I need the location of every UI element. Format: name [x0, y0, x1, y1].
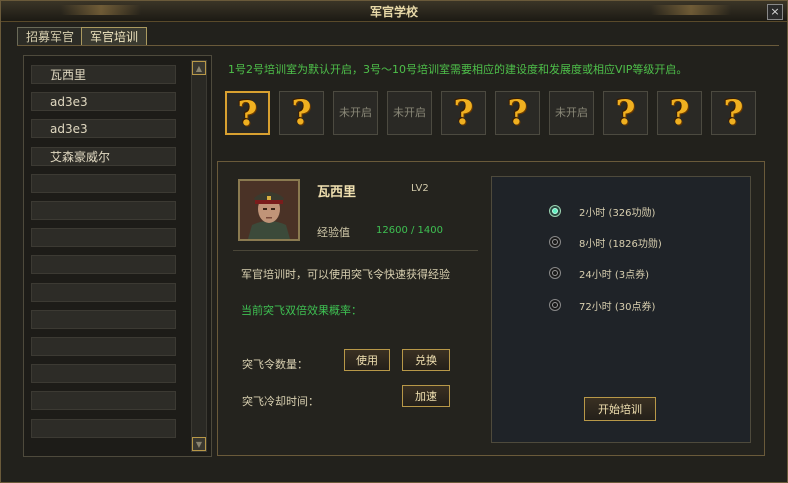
token-count-label: 突飞令数量：	[242, 358, 308, 371]
officer-portrait-image	[240, 181, 298, 239]
exp-label: 经验值	[317, 226, 350, 239]
close-icon[interactable]: ×	[767, 4, 783, 20]
scroll-up-icon[interactable]: ▲	[192, 61, 206, 75]
officer-list-item[interactable]	[31, 228, 176, 248]
info-divider	[233, 250, 478, 251]
duration-radio[interactable]	[549, 236, 561, 248]
use-button[interactable]: 使用	[344, 349, 390, 371]
officer-list-item[interactable]	[31, 337, 176, 356]
tab-recruit-officer[interactable]: 招募军官	[17, 27, 84, 46]
room-question-icon: ?	[669, 93, 690, 133]
duration-radio[interactable]	[549, 299, 561, 311]
training-room-slot[interactable]: ?	[495, 91, 540, 135]
room-locked-label: 未开启	[339, 106, 372, 119]
officer-list-item[interactable]	[31, 282, 176, 302]
radio-dot-icon	[552, 302, 558, 308]
title-bar[interactable]: 军官学校 ×	[1, 1, 787, 22]
duration-radio[interactable]	[549, 205, 561, 217]
duration-option-label: 24小时 (3点券)	[579, 270, 650, 281]
window-title: 军官学校	[369, 5, 418, 19]
training-room-slot[interactable]: ?	[279, 91, 324, 135]
officer-list-item[interactable]: 艾森豪威尔	[31, 146, 176, 166]
radio-dot-icon	[552, 239, 558, 245]
officer-list-item[interactable]	[31, 391, 176, 411]
officer-name: 瓦西里	[317, 185, 357, 200]
officer-list-panel: 瓦西里 ad3e3 ad3e3 艾森豪威尔 ▲ ▼	[23, 55, 212, 457]
speedup-button[interactable]: 加速	[402, 385, 450, 407]
room-question-icon: ?	[291, 93, 312, 133]
training-room-slot[interactable]: ?	[225, 91, 270, 135]
training-room-slot[interactable]: 未开启	[333, 91, 378, 135]
tab-officer-training[interactable]: 军官培训	[81, 27, 148, 46]
officer-list-item[interactable]: 瓦西里	[31, 65, 176, 84]
exchange-button[interactable]: 兑换	[402, 349, 450, 371]
officer-portrait	[238, 179, 300, 241]
duration-option-label: 8小时 (1826功勋)	[579, 239, 662, 250]
officer-list-item[interactable]	[31, 173, 176, 193]
double-rate-label: 当前突飞双倍效果概率：	[241, 304, 362, 317]
cooldown-label: 突飞冷却时间：	[242, 395, 319, 408]
officer-list-item[interactable]	[31, 309, 176, 329]
officer-level: LV2	[411, 183, 429, 194]
training-room-slot[interactable]: ?	[711, 91, 756, 135]
training-room-slot[interactable]: ?	[603, 91, 648, 135]
duration-radio[interactable]	[549, 267, 561, 279]
room-question-icon: ?	[237, 94, 258, 134]
training-description: 军官培训时，可以使用突飞令快速获得经验	[241, 268, 450, 281]
duration-option-label: 72小时 (30点券)	[579, 302, 656, 313]
exp-value: 12600 / 1400	[376, 225, 443, 236]
officer-list-item[interactable]	[31, 201, 176, 220]
training-room-slot[interactable]: 未开启	[387, 91, 432, 135]
list-scrollbar[interactable]: ▲ ▼	[191, 60, 207, 452]
training-room-notice: 1号2号培训室为默认开启，3号～10号培训室需要相应的建设度和发展度或相应VIP…	[228, 63, 688, 76]
room-question-icon: ?	[507, 93, 528, 133]
radio-dot-icon	[552, 208, 558, 214]
training-room-slot[interactable]: ?	[441, 91, 486, 135]
officer-list-item[interactable]: ad3e3	[31, 119, 176, 139]
room-question-icon: ?	[453, 93, 474, 133]
officer-list-item[interactable]	[31, 364, 176, 384]
officer-list-item[interactable]: ad3e3	[31, 92, 176, 112]
room-question-icon: ?	[615, 93, 636, 133]
officer-list-item[interactable]	[31, 418, 176, 438]
room-locked-label: 未开启	[555, 106, 588, 119]
training-room-slot[interactable]: 未开启	[549, 91, 594, 135]
room-locked-label: 未开启	[393, 106, 426, 119]
scroll-down-icon[interactable]: ▼	[192, 437, 206, 451]
officer-school-window: 军官学校 × 招募军官 军官培训 瓦西里 ad3e3 ad3e3 艾森豪威尔 ▲ ▼ …	[0, 0, 788, 483]
start-training-button[interactable]: 开始培训	[584, 397, 656, 421]
officer-list-item[interactable]	[31, 255, 176, 275]
radio-dot-icon	[552, 270, 558, 276]
tab-divider	[17, 45, 779, 46]
training-room-slot[interactable]: ?	[657, 91, 702, 135]
room-question-icon: ?	[723, 93, 744, 133]
duration-option-label: 2小时 (326功勋)	[579, 208, 656, 219]
